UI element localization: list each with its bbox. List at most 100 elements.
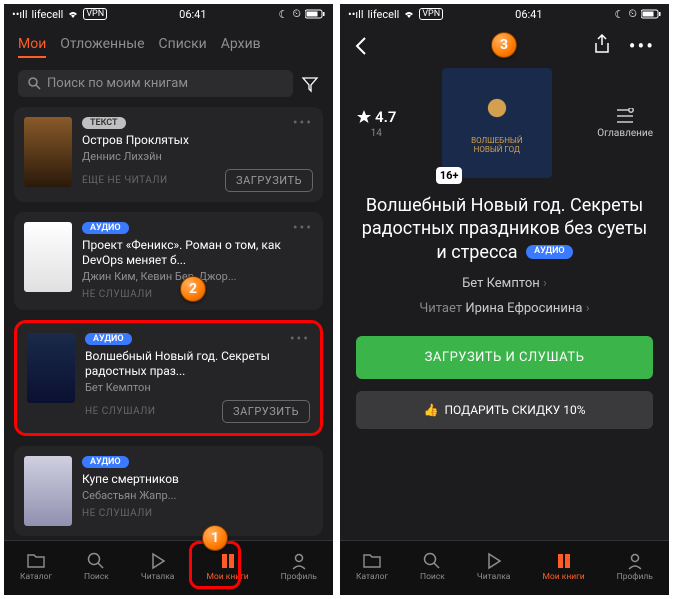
search-icon	[87, 552, 105, 570]
nav-catalog[interactable]: Каталог	[356, 552, 388, 582]
left-screen: ••ıll lifecell VPN 06:41 ☾ ⏲ Мои Отложен…	[4, 4, 333, 595]
book-author: Деннис Лихэйн	[82, 150, 313, 163]
play-icon	[149, 552, 167, 570]
nav-my-books[interactable]: Мои книги	[542, 552, 584, 582]
more-icon[interactable]: •••	[290, 331, 310, 347]
battery-icon	[305, 9, 325, 19]
book-cover-large: ВОЛШЕБНЫЙ НОВЫЙ ГОД 16+	[442, 68, 552, 178]
folder-icon	[362, 552, 382, 570]
more-icon[interactable]: •••	[293, 115, 313, 131]
rating-value: 4.7	[375, 108, 396, 126]
rating[interactable]: 4.7 14	[356, 108, 396, 139]
download-button[interactable]: ЗАГРУЗИТЬ	[222, 400, 310, 423]
bottom-nav: Каталог Поиск Читалка Мои книги Профиль	[4, 540, 333, 595]
book-card[interactable]: АУДИО Проект «Феникс». Роман о том, как …	[14, 212, 323, 310]
book-cover	[24, 456, 72, 526]
alarm-icon: ⏲	[292, 7, 301, 21]
search-placeholder: Поиск по моим книгам	[47, 76, 188, 91]
step-marker-1: 1	[202, 525, 228, 551]
tabs: Мои Отложенные Списки Архив	[4, 24, 333, 64]
tab-postponed[interactable]: Отложенные	[60, 36, 144, 58]
chevron-right-icon: ›	[543, 276, 547, 291]
title-text: Волшебный Новый год. Секреты радостных п…	[362, 195, 648, 263]
book-card[interactable]: АУДИО Купе смертников Себастьян Жапр... …	[14, 446, 323, 536]
reader-name: Ирина Ефросинина	[465, 301, 582, 316]
format-badge: АУДИО	[82, 456, 129, 468]
step-marker-2: 2	[180, 276, 206, 302]
profile-icon	[290, 552, 308, 570]
carrier: lifecell	[368, 8, 400, 21]
book-list: ТЕКСТ Остров Проклятых Деннис Лихэйн ЕЩЕ…	[4, 107, 333, 540]
author-name: Бет Кемптон	[462, 276, 540, 291]
right-screen: ••ıll lifecell VPN 06:41 ☾ ⏲ ••• 4.7 14	[340, 4, 669, 595]
age-badge: 16+	[436, 167, 463, 184]
nav-my-books[interactable]: Мои книги	[206, 552, 248, 582]
cover-text: ВОЛШЕБНЫЙ	[471, 136, 522, 145]
wifi-icon	[403, 9, 415, 19]
book-title: Остров Проклятых	[82, 133, 313, 148]
nav-label: Профиль	[617, 572, 653, 582]
vpn-badge: VPN	[83, 8, 107, 20]
signal-icon: ••ıll	[12, 8, 28, 21]
cover-text: НОВЫЙ ГОД	[474, 145, 520, 154]
detail-title: Волшебный Новый год. Секреты радостных п…	[356, 194, 653, 264]
status-bar: ••ıll lifecell VPN 06:41 ☾ ⏲	[340, 4, 669, 24]
books-icon	[555, 552, 573, 570]
vpn-badge: VPN	[419, 8, 443, 20]
nav-search[interactable]: Поиск	[420, 552, 445, 582]
format-badge: АУДИО	[85, 333, 132, 345]
toc-button[interactable]: Оглавление	[597, 108, 653, 139]
detail-author[interactable]: Бет Кемптон ›	[462, 276, 547, 291]
filter-icon[interactable]	[301, 75, 319, 93]
download-listen-button[interactable]: ЗАГРУЗИТЬ И СЛУШАТЬ	[356, 336, 653, 379]
battery-icon	[641, 9, 661, 19]
deer-illustration	[480, 92, 514, 132]
nav-profile[interactable]: Профиль	[617, 552, 653, 582]
book-status: ЕЩЕ НЕ ЧИТАЛИ	[82, 175, 168, 186]
book-cover	[24, 222, 72, 292]
secondary-label: ПОДАРИТЬ СКИДКУ 10%	[444, 403, 585, 417]
nav-label: Поиск	[420, 572, 445, 582]
nav-label: Каталог	[20, 572, 52, 582]
nav-search[interactable]: Поиск	[84, 552, 109, 582]
format-badge: АУДИО	[526, 245, 573, 259]
nav-label: Читалка	[477, 572, 511, 582]
signal-icon: ••ıll	[348, 8, 364, 21]
gift-discount-button[interactable]: 👍 ПОДАРИТЬ СКИДКУ 10%	[356, 391, 653, 429]
step-marker-3: 3	[491, 32, 517, 58]
more-icon[interactable]: •••	[629, 34, 655, 58]
search-input[interactable]: Поиск по моим книгам	[18, 70, 293, 97]
book-title: Купе смертников	[82, 472, 313, 487]
moon-icon: ☾	[615, 8, 625, 21]
moon-icon: ☾	[279, 8, 289, 21]
tab-my[interactable]: Мои	[18, 36, 46, 58]
detail-reader[interactable]: Читает Ирина Ефросинина ›	[419, 301, 589, 316]
tab-lists[interactable]: Списки	[159, 36, 207, 58]
back-icon[interactable]	[354, 36, 368, 56]
share-icon[interactable]	[593, 34, 611, 58]
book-status: НЕ СЛУШАЛИ	[82, 508, 153, 519]
nav-label: Профиль	[281, 572, 317, 582]
download-button[interactable]: ЗАГРУЗИТЬ	[225, 169, 313, 192]
nav-reader[interactable]: Читалка	[141, 552, 175, 582]
nav-catalog[interactable]: Каталог	[20, 552, 52, 582]
thumbs-up-icon: 👍	[424, 403, 439, 417]
status-time: 06:41	[515, 8, 542, 21]
more-icon[interactable]: •••	[293, 220, 313, 236]
tab-archive[interactable]: Архив	[221, 36, 261, 58]
detail-body: 4.7 14 ВОЛШЕБНЫЙ НОВЫЙ ГОД 16+ Оглавлени…	[340, 68, 669, 540]
toc-label: Оглавление	[597, 128, 653, 139]
book-cover	[24, 117, 72, 187]
nav-profile[interactable]: Профиль	[281, 552, 317, 582]
book-card[interactable]: ТЕКСТ Остров Проклятых Деннис Лихэйн ЕЩЕ…	[14, 107, 323, 202]
book-title: Проект «Феникс». Роман о том, как DevOps…	[82, 238, 313, 268]
wifi-icon	[67, 9, 79, 19]
format-badge: АУДИО	[82, 222, 129, 234]
book-author: Бет Кемптон	[85, 381, 310, 394]
book-card-highlighted[interactable]: АУДИО Волшебный Новый год. Секреты радос…	[14, 320, 323, 436]
nav-reader[interactable]: Читалка	[477, 552, 511, 582]
nav-label: Мои книги	[206, 572, 248, 582]
carrier: lifecell	[32, 8, 64, 21]
reader-label: Читает	[419, 301, 462, 316]
profile-icon	[626, 552, 644, 570]
